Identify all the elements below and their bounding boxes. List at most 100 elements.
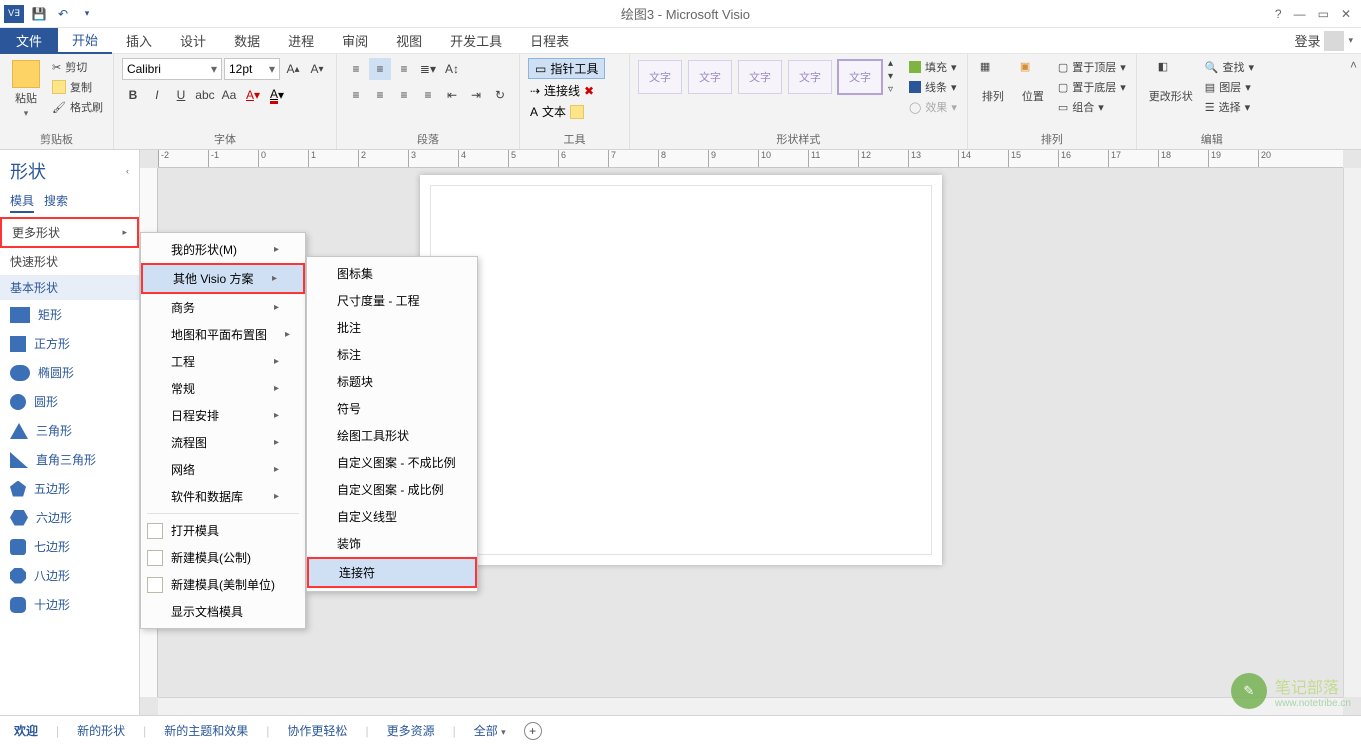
font-size-combo[interactable]: 12pt xyxy=(224,58,280,80)
tab-review[interactable]: 审阅 xyxy=(328,28,382,54)
menu-item[interactable]: 地图和平面布置图▸ xyxy=(141,321,305,348)
minimize-icon[interactable]: — xyxy=(1294,7,1306,21)
menu-item[interactable]: 新建模具(公制) xyxy=(141,544,305,571)
status-new-themes[interactable]: 新的主题和效果 xyxy=(164,722,248,739)
menu-item[interactable]: 我的形状(M)▸ xyxy=(141,236,305,263)
close-icon[interactable]: ✕ xyxy=(1341,7,1351,21)
quick-shapes-item[interactable]: 快速形状 xyxy=(0,248,139,275)
undo-icon[interactable]: ↶ xyxy=(54,5,72,23)
tab-process[interactable]: 进程 xyxy=(274,28,328,54)
status-new-shapes[interactable]: 新的形状 xyxy=(77,722,125,739)
justify-button[interactable]: ≡ xyxy=(417,84,439,106)
collapse-pane-icon[interactable]: ‹ xyxy=(126,166,129,176)
menu-item[interactable]: 其他 Visio 方案▸ xyxy=(141,263,305,294)
submenu-item[interactable]: 标注 xyxy=(307,341,477,368)
more-shapes-item[interactable]: 更多形状▸ xyxy=(0,217,139,248)
submenu-item[interactable]: 图标集 xyxy=(307,260,477,287)
login-button[interactable]: 登录▾ xyxy=(1286,31,1361,51)
grow-font-button[interactable]: A▴ xyxy=(282,58,304,80)
align-mid-button[interactable]: ≡ xyxy=(369,58,391,80)
submenu-item[interactable]: 自定义线型 xyxy=(307,503,477,530)
tab-view[interactable]: 视图 xyxy=(382,28,436,54)
shape-right-triangle[interactable]: 直角三角形 xyxy=(0,445,139,474)
text-direction-button[interactable]: A↕ xyxy=(441,58,463,80)
send-back-button[interactable]: ▢置于底层▾ xyxy=(1056,78,1128,96)
align-top-button[interactable]: ≡ xyxy=(345,58,367,80)
shape-pentagon[interactable]: 五边形 xyxy=(0,474,139,503)
tab-developer[interactable]: 开发工具 xyxy=(436,28,516,54)
indent-dec-button[interactable]: ⇤ xyxy=(441,84,463,106)
copy-button[interactable]: 复制 xyxy=(50,78,105,96)
vertical-scrollbar[interactable] xyxy=(1343,168,1361,697)
tab-schedule[interactable]: 日程表 xyxy=(516,28,583,54)
qat-dropdown-icon[interactable]: ▾ xyxy=(78,5,96,23)
style-thumb[interactable]: 文字 xyxy=(738,60,782,94)
pointer-tool-button[interactable]: ▭指针工具 xyxy=(528,58,605,79)
menu-item[interactable]: 日程安排▸ xyxy=(141,402,305,429)
save-icon[interactable]: 💾 xyxy=(30,5,48,23)
align-right-button[interactable]: ≡ xyxy=(393,84,415,106)
status-collab[interactable]: 协作更轻松 xyxy=(287,722,347,739)
line-button[interactable]: 线条▾ xyxy=(907,78,959,96)
submenu-item-connector[interactable]: 连接符 xyxy=(307,557,477,588)
menu-item[interactable]: 显示文档模具 xyxy=(141,598,305,625)
submenu-item[interactable]: 批注 xyxy=(307,314,477,341)
file-tab[interactable]: 文件 xyxy=(0,28,58,54)
shape-quick-icon[interactable] xyxy=(570,105,584,119)
tab-home[interactable]: 开始 xyxy=(58,28,112,54)
style-thumb[interactable]: 文字 xyxy=(788,60,832,94)
shape-octagon[interactable]: 八边形 xyxy=(0,561,139,590)
font-color-button[interactable]: A▾ xyxy=(266,84,288,106)
search-tab[interactable]: 搜索 xyxy=(44,192,68,213)
drawing-page[interactable] xyxy=(420,175,942,565)
shape-ellipse[interactable]: 椭圆形 xyxy=(0,358,139,387)
group-button[interactable]: ▭组合▾ xyxy=(1056,98,1128,116)
menu-item[interactable]: 工程▸ xyxy=(141,348,305,375)
menu-item[interactable]: 打开模具 xyxy=(141,517,305,544)
status-resources[interactable]: 更多资源 xyxy=(387,722,435,739)
menu-item[interactable]: 软件和数据库▸ xyxy=(141,483,305,510)
shape-hexagon[interactable]: 六边形 xyxy=(0,503,139,532)
submenu-item[interactable]: 自定义图案 - 不成比例 xyxy=(307,449,477,476)
align-bot-button[interactable]: ≡ xyxy=(393,58,415,80)
shape-triangle[interactable]: 三角形 xyxy=(0,416,139,445)
style-thumb[interactable]: 文字 xyxy=(638,60,682,94)
bring-front-button[interactable]: ▢置于顶层▾ xyxy=(1056,58,1128,76)
menu-item[interactable]: 流程图▸ xyxy=(141,429,305,456)
bold-button[interactable]: B xyxy=(122,84,144,106)
align-center-button[interactable]: ≡ xyxy=(369,84,391,106)
paste-button[interactable]: 粘贴▾ xyxy=(8,58,44,121)
strike-button[interactable]: abc xyxy=(194,84,216,106)
arrange-button[interactable]: ▦排列 xyxy=(976,58,1010,106)
stencils-tab[interactable]: 模具 xyxy=(10,192,34,213)
select-button[interactable]: ☰选择▾ xyxy=(1203,98,1256,116)
submenu-item[interactable]: 符号 xyxy=(307,395,477,422)
shape-heptagon[interactable]: 七边形 xyxy=(0,532,139,561)
tab-data[interactable]: 数据 xyxy=(220,28,274,54)
submenu-item[interactable]: 自定义图案 - 成比例 xyxy=(307,476,477,503)
align-left-button[interactable]: ≡ xyxy=(345,84,367,106)
case-button[interactable]: Aa xyxy=(218,84,240,106)
italic-button[interactable]: I xyxy=(146,84,168,106)
add-page-button[interactable]: + xyxy=(524,722,542,740)
gallery-down-icon[interactable]: ▾ xyxy=(888,71,893,82)
effect-button[interactable]: ◯效果▾ xyxy=(907,98,959,116)
shape-square[interactable]: 正方形 xyxy=(0,329,139,358)
collapse-ribbon-icon[interactable]: ˄ xyxy=(1350,58,1357,72)
layer-button[interactable]: ▤图层▾ xyxy=(1203,78,1256,96)
gallery-more-icon[interactable]: ▿ xyxy=(888,84,893,95)
help-icon[interactable]: ? xyxy=(1275,7,1282,21)
basic-shapes-header[interactable]: 基本形状 xyxy=(0,275,139,300)
style-thumb[interactable]: 文字 xyxy=(688,60,732,94)
cut-button[interactable]: ✂剪切 xyxy=(50,58,105,76)
rotate-button[interactable]: ↻ xyxy=(489,84,511,106)
underline-button[interactable]: U xyxy=(170,84,192,106)
shape-decagon[interactable]: 十边形 xyxy=(0,590,139,619)
menu-item[interactable]: 常规▸ xyxy=(141,375,305,402)
gallery-up-icon[interactable]: ▴ xyxy=(888,58,893,69)
connector-tool-button[interactable]: ⇢连接线✖ xyxy=(528,81,596,100)
submenu-item[interactable]: 绘图工具形状 xyxy=(307,422,477,449)
status-welcome[interactable]: 欢迎 xyxy=(14,722,38,739)
position-button[interactable]: ▣位置 xyxy=(1016,58,1050,106)
horizontal-scrollbar[interactable] xyxy=(158,697,1343,715)
